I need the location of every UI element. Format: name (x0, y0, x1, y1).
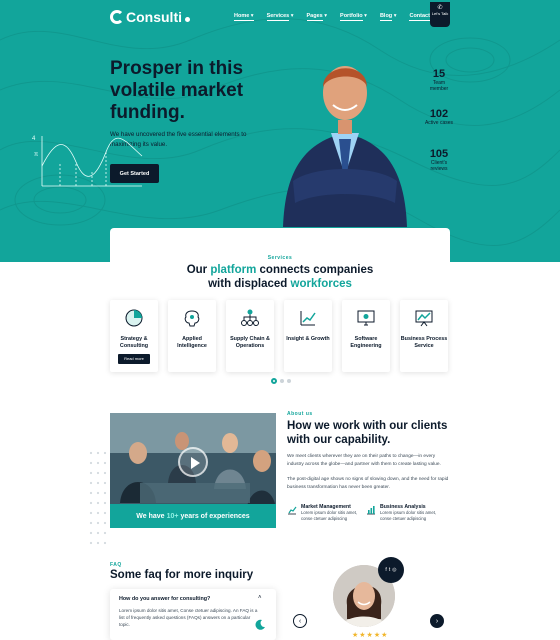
service-label: Supply Chain & Operations (230, 336, 270, 349)
title-part: connects companies (256, 264, 374, 276)
service-card-business-process[interactable]: Business Process Service (400, 300, 448, 372)
lets-talk-label: Let's Talk (431, 11, 449, 16)
stat-value: 105 (429, 148, 449, 160)
service-card-supply-chain[interactable]: Supply Chain & Operations (226, 300, 274, 372)
play-video-button[interactable] (178, 447, 208, 477)
instagram-icon[interactable]: ◎ (392, 567, 396, 573)
hero-title: Prosper in this volatile market funding. (110, 58, 244, 123)
stat-reviews: 105 Client's reviews (424, 148, 454, 172)
faq-title: Some faq for more inquiry (110, 569, 254, 581)
band-text: We have (136, 512, 165, 520)
dot-grid-decoration (89, 451, 107, 545)
nav-label: Blog (379, 13, 393, 21)
nav-label: Services (266, 13, 290, 21)
next-arrow-icon[interactable]: › (430, 614, 444, 628)
monitor-gear-icon (357, 310, 375, 326)
stat-label: Active cases (424, 120, 454, 126)
service-label: Software Engineering (350, 336, 382, 349)
service-label: Strategy & Consulting (119, 336, 149, 349)
faq-item[interactable]: How do you answer for consulting? ˄ Lore… (110, 589, 276, 640)
nav-label: Pages (306, 13, 323, 21)
twitter-icon[interactable]: t (389, 567, 390, 573)
feature-text: Lorem ipsum dolor sitis amet, conse ctet… (380, 510, 437, 521)
network-icon (241, 309, 259, 326)
logo-mark-icon (110, 10, 124, 24)
moon-decoration-icon (255, 619, 265, 630)
read-more-button[interactable]: Read more (118, 354, 150, 364)
title-highlight: workforces (290, 278, 352, 290)
pager-dot[interactable] (280, 379, 284, 383)
prev-arrow-icon[interactable]: ‹ (293, 614, 307, 628)
band-text: years of experiences (180, 512, 250, 520)
brain-icon (184, 310, 200, 327)
lets-talk-button[interactable]: ✆ Let's Talk (430, 2, 450, 27)
about-kicker: About us (287, 411, 313, 417)
services-section: Services Our platform connects companies… (110, 228, 450, 378)
service-card-software[interactable]: Software Engineering (342, 300, 390, 372)
brand-name: Consulti (126, 9, 182, 25)
pie-chart-icon (125, 309, 143, 327)
chart-icon (288, 506, 297, 515)
services-kicker: Services (267, 255, 293, 261)
feature-market-management: Market Management Lorem ipsum dolor sitis… (287, 504, 363, 522)
about-title: How we work with our clients with our ca… (287, 420, 448, 446)
feature-text: Lorem ipsum dolor sitis amet, conse ctet… (301, 510, 358, 521)
faq-question[interactable]: How do you answer for consulting? (119, 596, 210, 602)
stat-value: 102 (429, 108, 449, 120)
sketch-graph-icon: 4 π (32, 136, 143, 187)
faq-answer: Lorem ipsum dolor sitis amet, Conse ctet… (119, 608, 258, 627)
nav-label: Portfolio (340, 13, 363, 21)
title-part: with displaced (208, 278, 291, 290)
services-title: Our platform connects companies with dis… (110, 263, 450, 291)
svg-text:π: π (34, 152, 38, 158)
growth-chart-icon (300, 311, 316, 326)
chevron-up-icon[interactable]: ˄ (258, 595, 262, 601)
service-label: Insight & Growth (286, 336, 330, 342)
stat-label: Team member (429, 80, 449, 92)
nav-item-services[interactable]: Services ▾ (266, 13, 294, 21)
service-card-strategy[interactable]: Strategy & Consulting Read more (110, 300, 158, 372)
nav-item-pages[interactable]: Pages ▾ (306, 13, 327, 21)
about-paragraph: The post-digital age shows no signs of s… (287, 477, 449, 490)
presentation-chart-icon (415, 310, 433, 327)
nav-item-home[interactable]: Home ▾ (234, 13, 254, 21)
brand-logo[interactable]: Consulti (110, 9, 190, 25)
service-label: Business Process Service (400, 336, 448, 349)
service-card-intelligence[interactable]: Applied Intelligence (168, 300, 216, 372)
stat-label: Client's reviews (430, 160, 448, 172)
nav-item-blog[interactable]: Blog ▾ (379, 13, 396, 21)
logo-dot-icon (185, 16, 190, 22)
about-video-thumbnail[interactable]: We have 10+ years of experiences (110, 413, 276, 528)
hero-section: Consulti Home ▾ Services ▾ Pages ▾ Portf… (0, 0, 560, 262)
experience-band: We have 10+ years of experiences (110, 504, 276, 528)
pager-dot[interactable] (287, 379, 291, 383)
consultant-photo (283, 66, 407, 227)
title-part: Our (186, 264, 211, 276)
nav-label: Home (234, 13, 250, 19)
social-links: f t ◎ (378, 557, 404, 583)
facebook-icon[interactable]: f (385, 567, 386, 573)
svg-text:4: 4 (32, 136, 36, 142)
pager-dot-active[interactable] (271, 378, 277, 384)
rating-stars-icon: ★★★★★ (352, 632, 389, 639)
stat-team: 15 Team member (424, 68, 454, 92)
feature-business-analysis: Business Analysis Lorem ipsum dolor sitis… (366, 504, 442, 522)
service-card-insight[interactable]: Insight & Growth (284, 300, 332, 372)
band-years: 10+ (166, 512, 179, 520)
nav-label: Contact (409, 13, 430, 21)
nav-item-contact[interactable]: Contact (409, 13, 430, 21)
service-label: Applied Intelligence (177, 336, 207, 349)
about-paragraph: We meet clients wherever they are on the… (287, 454, 441, 467)
faq-kicker: FAQ (110, 562, 122, 568)
nav-item-portfolio[interactable]: Portfolio ▾ (340, 13, 367, 21)
title-highlight: platform (210, 264, 257, 276)
services-pager (271, 378, 291, 384)
analysis-icon (367, 506, 375, 515)
stat-value: 15 (432, 68, 446, 80)
stat-cases: 102 Active cases (424, 108, 454, 126)
main-nav: Home ▾ Services ▾ Pages ▾ Portfolio ▾ Bl… (234, 13, 443, 21)
